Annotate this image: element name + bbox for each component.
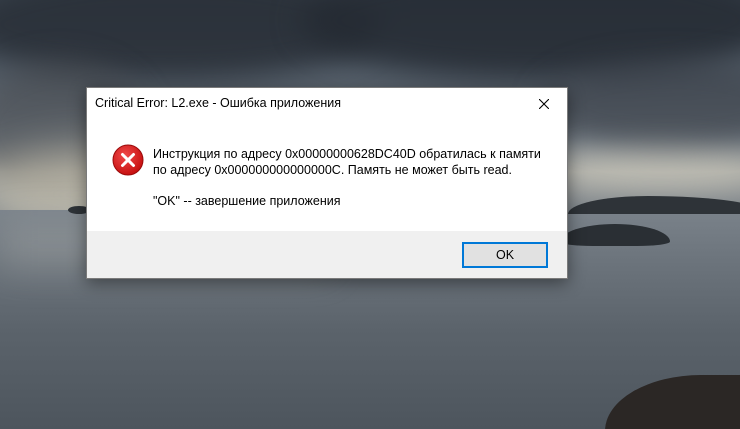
error-message: Инструкция по адресу 0x00000000628DC40D … [153, 146, 553, 209]
wallpaper-island [568, 196, 740, 214]
dialog-content: Инструкция по адресу 0x00000000628DC40D … [87, 119, 567, 231]
error-icon [112, 144, 144, 176]
error-message-hint: "OK" -- завершение приложения [153, 194, 341, 208]
close-button[interactable] [521, 88, 567, 119]
desktop-wallpaper: Critical Error: L2.exe - Ошибка приложен… [0, 0, 740, 429]
dialog-title: Critical Error: L2.exe - Ошибка приложен… [95, 96, 342, 110]
dialog-footer: OK [87, 231, 567, 278]
error-message-text: Инструкция по адресу 0x00000000628DC40D … [153, 147, 541, 177]
wallpaper-sunlight [560, 150, 740, 190]
ok-button[interactable]: OK [462, 242, 548, 268]
error-dialog: Critical Error: L2.exe - Ошибка приложен… [86, 87, 568, 279]
close-icon [539, 98, 549, 109]
dialog-titlebar[interactable]: Critical Error: L2.exe - Ошибка приложен… [87, 88, 567, 119]
